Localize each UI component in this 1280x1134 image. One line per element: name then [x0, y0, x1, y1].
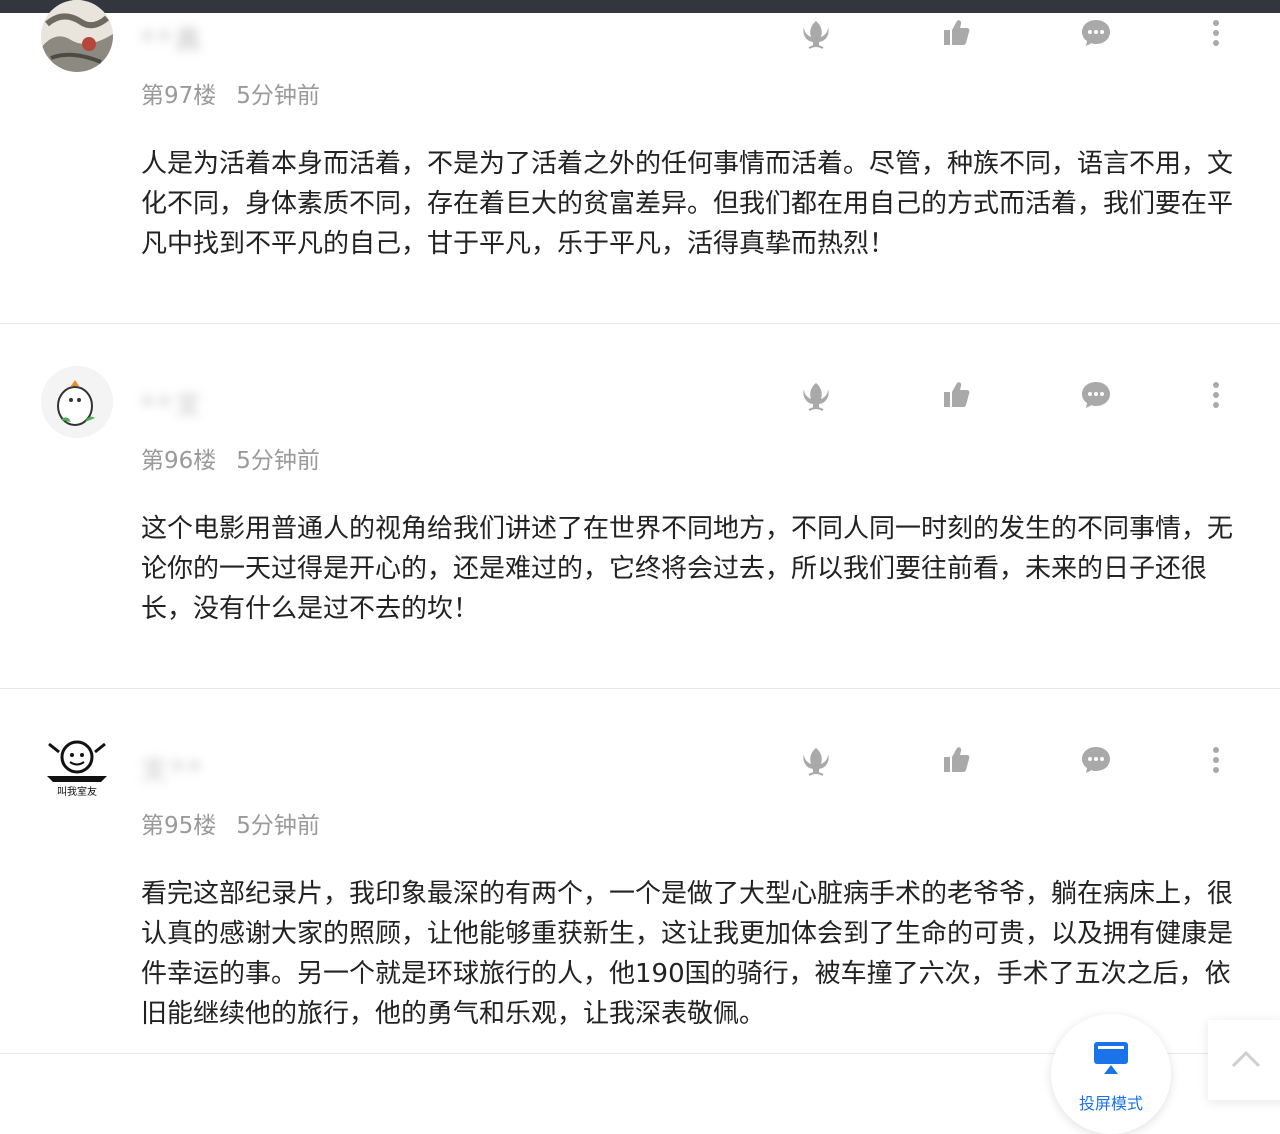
- comment-item: **真 第97楼 5分钟前 人是为活着本身而活着，不是为了活着之外的任何事情而活着…: [0, 0, 1280, 324]
- comment-icon[interactable]: [1076, 375, 1116, 415]
- thumbs-up-icon[interactable]: [936, 13, 976, 53]
- back-to-top-button[interactable]: [1208, 1020, 1280, 1100]
- comment-meta: 第96楼 5分钟前: [141, 441, 340, 475]
- comment-text: 看完这部纪录片，我印象最深的有两个，一个是做了大型心脏病手术的老爷爷，躺在病床上…: [141, 879, 1234, 1029]
- comment-text: 这个电影用普通人的视角给我们讲述了在世界不同地方，不同人同一时刻的发生的不同事情…: [141, 514, 1234, 624]
- comment-actions: [0, 375, 1280, 415]
- post-time: 5分钟前: [236, 83, 320, 109]
- more-options-icon[interactable]: [1196, 375, 1236, 415]
- post-time: 5分钟前: [236, 448, 320, 474]
- comment-text: 人是为活着本身而活着，不是为了活着之外的任何事情而活着。尽管，种族不同，语言不用…: [141, 149, 1234, 259]
- more-options-icon[interactable]: [1196, 740, 1236, 780]
- floor-number: 第96楼: [141, 448, 217, 474]
- comment-actions: [0, 740, 1280, 780]
- comment-icon[interactable]: [1076, 13, 1116, 53]
- screen-cast-icon: [1094, 1042, 1128, 1074]
- more-options-icon[interactable]: [1196, 13, 1236, 53]
- floor-number: 第97楼: [141, 83, 217, 109]
- flower-icon[interactable]: [796, 740, 836, 780]
- comment-item: 叫我室友 文** 第95楼 5分钟前 看完这部纪录片，我印象最深的有两个，一个是做…: [0, 688, 1280, 1054]
- comment-icon[interactable]: [1076, 740, 1116, 780]
- comment-meta: 第97楼 5分钟前: [141, 76, 340, 110]
- flower-icon[interactable]: [796, 13, 836, 53]
- cast-mode-button[interactable]: 投屏模式: [1051, 1014, 1171, 1134]
- comment-actions: [0, 13, 1280, 53]
- thumbs-up-icon[interactable]: [936, 375, 976, 415]
- avatar-caption: 叫我室友: [57, 787, 97, 798]
- chevron-up-icon: [1231, 1050, 1261, 1068]
- comment-meta: 第95楼 5分钟前: [141, 806, 340, 840]
- floor-number: 第95楼: [141, 813, 217, 839]
- cast-mode-label: 投屏模式: [1078, 1094, 1143, 1113]
- post-time: 5分钟前: [236, 813, 320, 839]
- flower-icon[interactable]: [796, 375, 836, 415]
- comment-item: **文 第96楼 5分钟前 这个电影用普通人的视角给我们讲述了在世界不同地方，不同…: [0, 323, 1280, 689]
- thumbs-up-icon[interactable]: [936, 740, 976, 780]
